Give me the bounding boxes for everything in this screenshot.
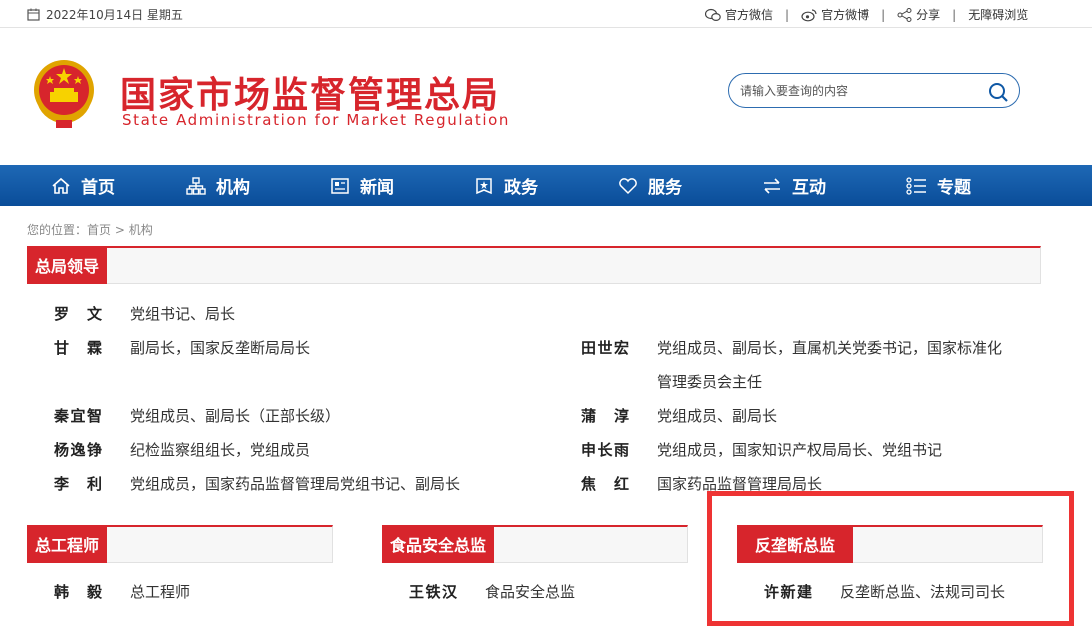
divider: | — [881, 7, 886, 22]
nav-label: 专题 — [937, 178, 971, 198]
wechat-label: 官方微信 — [725, 8, 774, 22]
nav-label: 首页 — [81, 178, 115, 198]
breadcrumb-separator: > — [111, 223, 129, 237]
exchange-icon — [762, 177, 782, 195]
leader-name[interactable]: 申长雨 — [581, 433, 629, 467]
chief-engineer-duty: 总工程师 — [130, 583, 191, 601]
leaders-section-header: 总局领导 — [27, 246, 1041, 284]
divider: | — [785, 7, 790, 22]
main-nav: 首页 机构 新闻 政务 服务 互动 专题 — [0, 165, 1092, 206]
national-emblem-logo[interactable] — [30, 58, 98, 130]
chief-engineer-name[interactable]: 韩 毅 — [54, 575, 102, 609]
leader-name[interactable]: 蒲 淳 — [581, 399, 629, 433]
weibo-icon — [801, 8, 817, 22]
topics-icon — [905, 176, 927, 195]
food-safety-duty: 食品安全总监 — [485, 583, 576, 601]
leader-name[interactable]: 焦 红 — [581, 467, 629, 501]
top-links: 官方微信 | 官方微博 | 分享 | 无障碍浏览 — [705, 6, 1028, 23]
leader-duty: 党组成员、副局长，直属机关党委书记，国家标准化 — [657, 339, 1003, 357]
leader-name[interactable]: 罗 文 — [54, 297, 102, 331]
nav-news[interactable]: 新闻 — [290, 165, 434, 206]
search-icon[interactable] — [987, 81, 1009, 103]
share-label: 分享 — [916, 8, 941, 22]
org-chart-icon — [186, 176, 206, 195]
leader-duty: 副局长，国家反垄断局局长 — [130, 339, 311, 357]
highlight-box — [707, 491, 1074, 626]
leader-name[interactable]: 李 利 — [54, 467, 102, 501]
section-title: 总工程师 — [27, 525, 108, 563]
breadcrumb: 您的位置：首页 > 机构 — [27, 221, 153, 238]
section-title: 总局领导 — [27, 246, 108, 284]
nav-government-affairs[interactable]: 政务 — [434, 165, 578, 206]
nav-organization[interactable]: 机构 — [146, 165, 290, 206]
government-icon — [474, 177, 494, 195]
leader-name[interactable]: 甘 霖 — [54, 331, 102, 365]
nav-label: 互动 — [792, 178, 826, 198]
search-box — [728, 73, 1020, 108]
leader-duty-continued: 管理委员会主任 — [657, 373, 763, 391]
leader-name[interactable]: 杨逸铮 — [54, 433, 102, 467]
heart-icon — [618, 177, 638, 195]
site-title-english: State Administration for Market Regulati… — [122, 111, 511, 129]
accessibility-link[interactable]: 无障碍浏览 — [968, 6, 1028, 23]
nav-interaction[interactable]: 互动 — [722, 165, 866, 206]
home-icon — [51, 177, 71, 195]
nav-topics[interactable]: 专题 — [866, 165, 1010, 206]
site-header: 国家市场监督管理总局 State Administration for Mark… — [0, 28, 1092, 165]
nav-label: 政务 — [504, 178, 538, 198]
search-input[interactable] — [740, 81, 980, 101]
nav-services[interactable]: 服务 — [578, 165, 722, 206]
section-title: 食品安全总监 — [382, 525, 495, 563]
weibo-label: 官方微博 — [821, 8, 870, 22]
leader-duty: 纪检监察组组长，党组成员 — [130, 441, 311, 459]
food-safety-section-header: 食品安全总监 — [382, 525, 688, 563]
nav-label: 机构 — [216, 178, 250, 198]
news-icon — [330, 177, 350, 195]
calendar-icon — [27, 8, 40, 21]
nav-home[interactable]: 首页 — [20, 165, 146, 206]
leader-duty: 党组成员，国家知识产权局局长、党组书记 — [657, 441, 943, 459]
leader-duty: 党组成员、副局长 — [657, 407, 778, 425]
weibo-link[interactable]: 官方微博 — [801, 6, 869, 23]
share-icon — [897, 7, 912, 22]
top-bar: 2022年10月14日 星期五 官方微信 | 官方微博 | 分享 | 无障碍浏览 — [0, 0, 1092, 28]
leader-duty: 党组成员、副局长（正部长级） — [130, 407, 341, 425]
wechat-icon — [705, 8, 721, 22]
breadcrumb-prefix: 您的位置： — [27, 223, 88, 237]
leader-name[interactable]: 秦宜智 — [54, 399, 102, 433]
chief-engineer-section-header: 总工程师 — [27, 525, 333, 563]
breadcrumb-current[interactable]: 机构 — [129, 223, 153, 237]
date-text: 2022年10月14日 星期五 — [46, 8, 183, 22]
leader-duty: 党组成员，国家药品监督管理局党组书记、副局长 — [130, 475, 461, 493]
nav-label: 新闻 — [360, 178, 394, 198]
divider: | — [952, 7, 957, 22]
leader-name[interactable]: 田世宏 — [581, 331, 629, 365]
leader-duty: 党组书记、局长 — [130, 305, 236, 323]
nav-label: 服务 — [648, 178, 682, 198]
date-display: 2022年10月14日 星期五 — [27, 6, 183, 23]
share-link[interactable]: 分享 — [897, 6, 940, 23]
wechat-link[interactable]: 官方微信 — [705, 6, 773, 23]
food-safety-name[interactable]: 王铁汉 — [409, 575, 457, 609]
breadcrumb-home[interactable]: 首页 — [87, 223, 111, 237]
